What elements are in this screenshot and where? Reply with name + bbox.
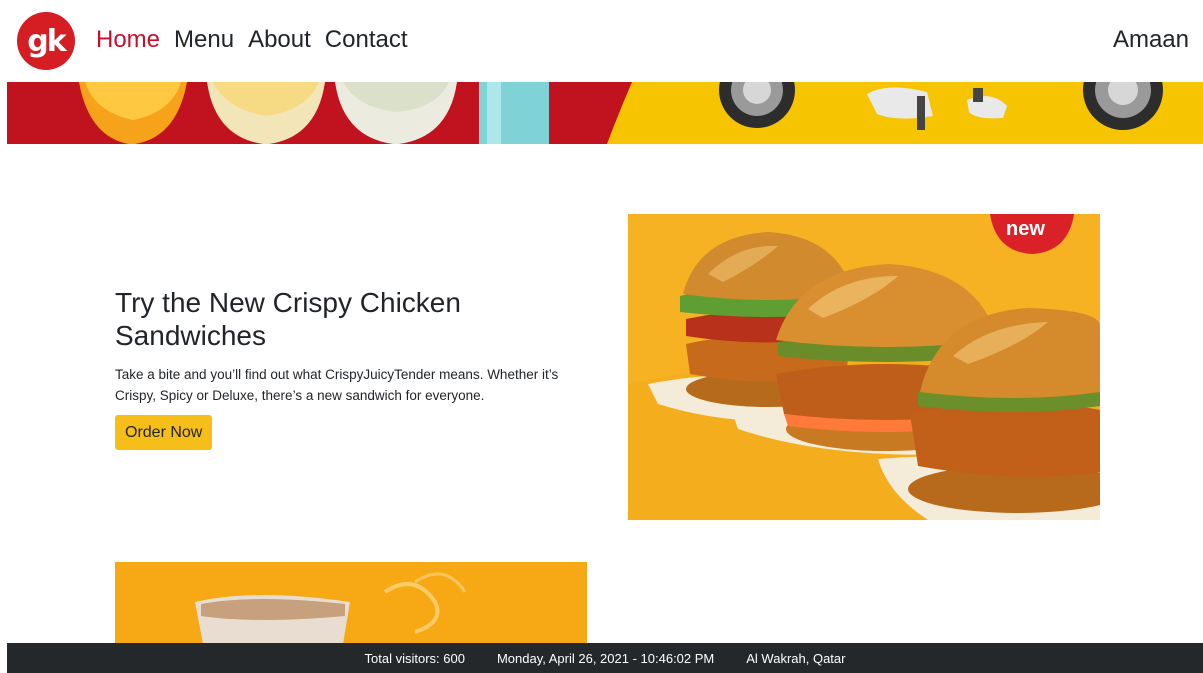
promo-description: Take a bite and you’ll find out what Cri… — [115, 367, 559, 403]
site-header: gk Home Menu About Contact Amaan — [0, 0, 1203, 82]
order-now-button[interactable]: Order Now — [115, 415, 213, 450]
location-text: Al Wakrah, Qatar — [746, 650, 846, 666]
nav-contact-link[interactable]: Contact — [325, 26, 408, 54]
sandwich-illustration — [628, 214, 1100, 520]
site-footer: Total visitors: 600 Monday, April 26, 20… — [7, 643, 1203, 673]
user-name[interactable]: Amaan — [1113, 26, 1189, 54]
visitor-count: Total visitors: 600 — [364, 650, 465, 666]
brand-logo[interactable]: gk — [17, 12, 75, 70]
logo-text: gk — [27, 23, 66, 59]
main-nav: Home Menu About Contact — [96, 26, 408, 54]
sandwich-image: new — [628, 214, 1100, 520]
promo-title: Try the New Crispy Chicken Sandwiches — [115, 287, 461, 351]
promo-content: Try the New Crispy Chicken Sandwiches Ta… — [115, 286, 585, 406]
nav-menu-link[interactable]: Menu — [174, 26, 234, 54]
drink-image — [115, 562, 587, 644]
drink-illustration — [115, 562, 587, 644]
banner-image — [7, 82, 1203, 144]
nav-about-link[interactable]: About — [248, 26, 311, 54]
hero-banner — [7, 82, 1203, 144]
new-badge-text: new — [1006, 218, 1045, 240]
nav-home-link[interactable]: Home — [96, 26, 160, 54]
current-datetime: Monday, April 26, 2021 - 10:46:02 PM — [496, 650, 715, 666]
